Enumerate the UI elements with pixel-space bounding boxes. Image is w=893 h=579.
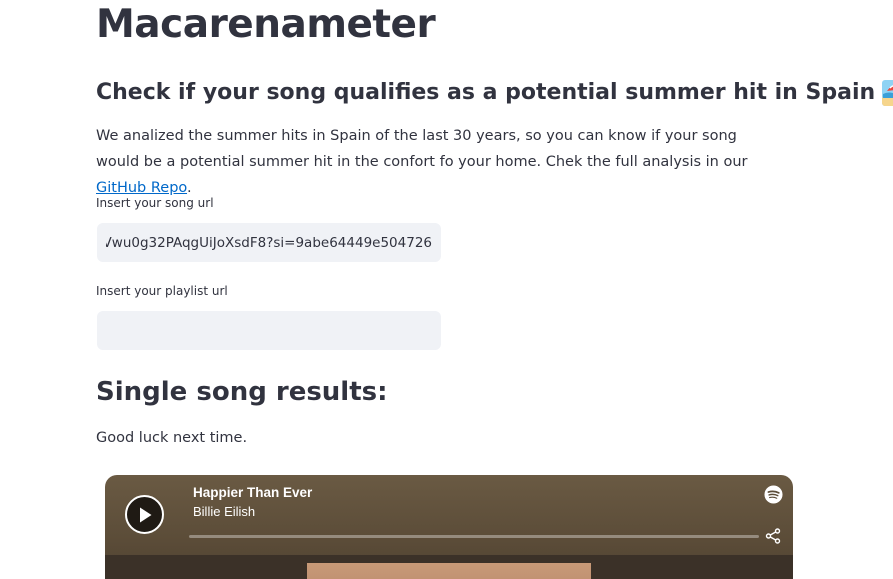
intro-text: We analized the summer hits in Spain of …: [96, 128, 748, 170]
spotify-embed-player: Happier Than Ever Billie Eilish: [105, 475, 793, 579]
playlist-url-field[interactable]: [97, 311, 441, 350]
song-url-label: Insert your song url: [96, 196, 214, 210]
github-repo-link[interactable]: GitHub Repo: [96, 180, 187, 196]
beach-with-umbrella-icon: [881, 79, 893, 107]
subtitle-text: Check if your song qualifies as a potent…: [96, 80, 876, 105]
play-icon: [139, 507, 151, 522]
track-artist[interactable]: Billie Eilish: [193, 503, 255, 521]
track-title[interactable]: Happier Than Ever: [193, 484, 312, 502]
album-artwork: [307, 563, 591, 579]
share-icon[interactable]: [765, 528, 781, 544]
play-button[interactable]: [125, 495, 164, 534]
playlist-url-label: Insert your playlist url: [96, 284, 228, 298]
page-title: Macarenameter: [96, 2, 436, 47]
app-page: Macarenameter Check if your song qualifi…: [0, 0, 893, 579]
intro-text-end: .: [187, 180, 192, 196]
spotify-icon[interactable]: [764, 485, 783, 504]
result-message: Good luck next time.: [96, 430, 248, 446]
playback-progress-bar[interactable]: [189, 535, 759, 538]
song-url-field[interactable]: [97, 223, 441, 262]
intro-paragraph: We analized the summer hits in Spain of …: [96, 123, 776, 201]
results-heading: Single song results:: [96, 377, 388, 407]
page-subtitle: Check if your song qualifies as a potent…: [96, 76, 893, 110]
song-url-input[interactable]: [98, 224, 440, 261]
playlist-url-input[interactable]: [98, 312, 440, 349]
